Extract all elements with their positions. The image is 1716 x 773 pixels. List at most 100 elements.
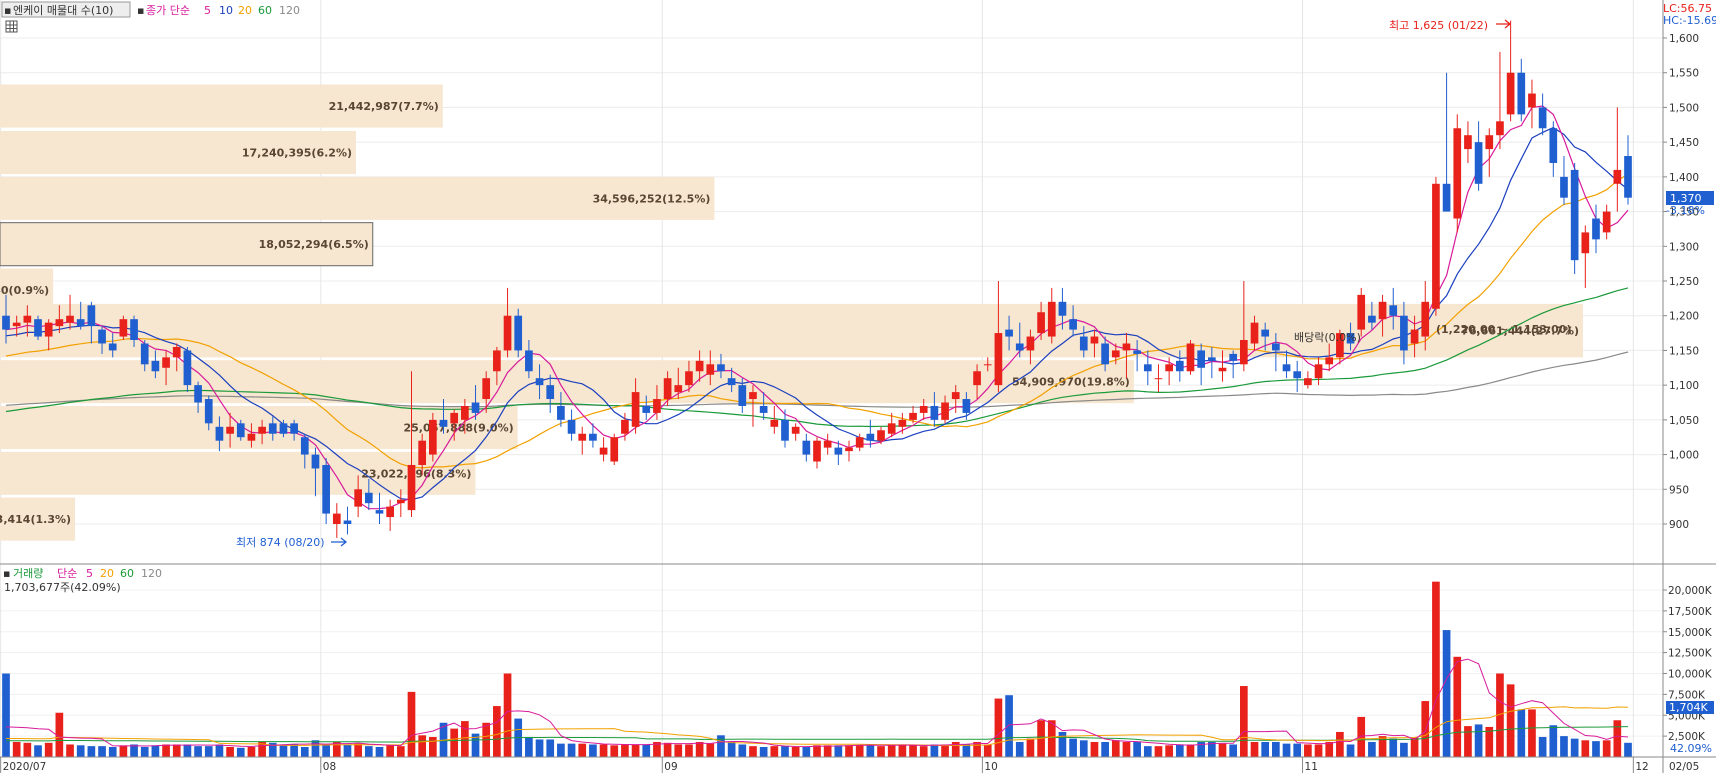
candle-body bbox=[557, 405, 565, 420]
candle-body bbox=[429, 419, 437, 455]
volume-bar bbox=[994, 698, 1003, 757]
candle-body bbox=[930, 405, 939, 420]
candle-body bbox=[599, 447, 608, 455]
candle-body bbox=[226, 426, 234, 434]
candle-body bbox=[364, 492, 373, 504]
price-tick-label: 1,200 bbox=[1669, 311, 1699, 323]
candle-body bbox=[375, 510, 384, 514]
price-tick-label: 900 bbox=[1669, 519, 1689, 531]
volume-bar bbox=[44, 742, 53, 757]
chart-canvas[interactable]: 21,442,987(7.7%) 17,240,395(6.2%) 34,596,2… bbox=[0, 0, 1716, 773]
candle-body bbox=[1570, 169, 1579, 261]
candle-body bbox=[332, 513, 341, 524]
volume-bar bbox=[1229, 744, 1238, 757]
volume-bar bbox=[108, 746, 117, 757]
candle-body bbox=[418, 440, 427, 465]
candle-body bbox=[695, 360, 704, 372]
volume-bar bbox=[450, 728, 459, 757]
ma-legend-10: 10 bbox=[219, 4, 233, 17]
ma-legend-20: 20 bbox=[238, 4, 252, 17]
candle-body bbox=[1101, 343, 1109, 365]
volume-bar bbox=[87, 746, 96, 757]
candle-body bbox=[919, 405, 928, 413]
candle-body bbox=[1528, 93, 1536, 108]
candle-body bbox=[1517, 72, 1526, 115]
candle-body bbox=[503, 315, 512, 351]
volume-tick-label: 17,500K bbox=[1668, 606, 1713, 618]
volume-last-value: 1,703,677주(42.09%) bbox=[4, 581, 121, 594]
table-icon[interactable] bbox=[5, 20, 18, 33]
price-tick-label: 1,250 bbox=[1669, 276, 1699, 288]
candle-body bbox=[140, 343, 149, 365]
volume-bar bbox=[1101, 741, 1109, 757]
price-tick-label: 1,300 bbox=[1669, 241, 1699, 253]
volume-bar bbox=[1602, 740, 1611, 757]
volume-bar bbox=[1400, 742, 1408, 757]
volume-ma-legend-60: 60 bbox=[120, 567, 134, 580]
high-annotation: 최고 1,625 (01/22) bbox=[1389, 19, 1488, 32]
volume-ma-prefix: 단순 bbox=[57, 567, 77, 580]
candle-body bbox=[845, 447, 853, 452]
volume-square-icon: ▪ bbox=[3, 567, 10, 580]
candle-body bbox=[1378, 301, 1387, 320]
candle-body bbox=[983, 364, 992, 366]
volume-bar bbox=[1421, 701, 1430, 757]
volume-bar bbox=[781, 746, 789, 757]
volume-bar bbox=[663, 742, 672, 757]
candle-body bbox=[1122, 343, 1131, 351]
volume-bar bbox=[461, 721, 469, 757]
volume-bar bbox=[621, 744, 629, 757]
volume-bar bbox=[823, 745, 832, 757]
volume-bar bbox=[589, 744, 597, 757]
volume-bar bbox=[1346, 744, 1355, 757]
candle-body bbox=[813, 440, 821, 462]
volume-bar bbox=[695, 741, 704, 757]
candle-body bbox=[1272, 343, 1280, 351]
candle-body bbox=[674, 385, 683, 393]
candle-body bbox=[1506, 72, 1515, 115]
candle-body bbox=[567, 419, 576, 434]
current-volume-pct: 42.09% bbox=[1670, 742, 1712, 755]
volume-tick-label: 12,500K bbox=[1668, 648, 1713, 660]
candle-body bbox=[781, 419, 789, 441]
candle-body bbox=[162, 357, 170, 368]
stock-chart[interactable]: 21,442,987(7.7%) 17,240,395(6.2%) 34,596,2… bbox=[0, 0, 1716, 773]
volume-bar bbox=[962, 744, 971, 757]
price-tick-label: 950 bbox=[1669, 484, 1689, 496]
candle-body bbox=[1560, 176, 1568, 198]
candle-body bbox=[215, 426, 224, 441]
candle-body bbox=[279, 423, 288, 434]
candle-body bbox=[951, 392, 960, 400]
candle-body bbox=[1250, 322, 1259, 344]
candle-body bbox=[482, 378, 491, 400]
volume-bar bbox=[151, 745, 160, 757]
volume-bar bbox=[1528, 709, 1536, 757]
volume-bar bbox=[1325, 741, 1334, 757]
volume-bar bbox=[525, 736, 533, 757]
volume-bar bbox=[845, 745, 853, 757]
candle-body bbox=[749, 392, 757, 400]
price-tick-label: 1,100 bbox=[1669, 380, 1699, 392]
price-tick-label: 1,450 bbox=[1669, 137, 1699, 149]
volume-bar bbox=[1069, 738, 1077, 757]
price-tick-label: 1,150 bbox=[1669, 345, 1699, 357]
candle-body bbox=[98, 329, 106, 344]
candle-body bbox=[1581, 232, 1590, 254]
volume-bar bbox=[919, 746, 928, 757]
candle-body bbox=[354, 489, 362, 507]
volume-bar bbox=[290, 744, 298, 757]
candle-body bbox=[941, 402, 949, 420]
candle-body bbox=[311, 454, 320, 469]
candle-body bbox=[1624, 156, 1632, 198]
candle-body bbox=[1229, 353, 1238, 361]
volume-bar bbox=[738, 744, 747, 757]
volume-bar bbox=[1304, 744, 1312, 757]
candle-body bbox=[1015, 343, 1024, 351]
volume-bar bbox=[1165, 745, 1173, 757]
candle-body bbox=[290, 423, 298, 434]
candle-body bbox=[343, 520, 352, 524]
volume-bar bbox=[503, 673, 512, 757]
candle-body bbox=[386, 506, 394, 518]
candle-body bbox=[1538, 107, 1547, 129]
candle-body bbox=[55, 319, 64, 327]
